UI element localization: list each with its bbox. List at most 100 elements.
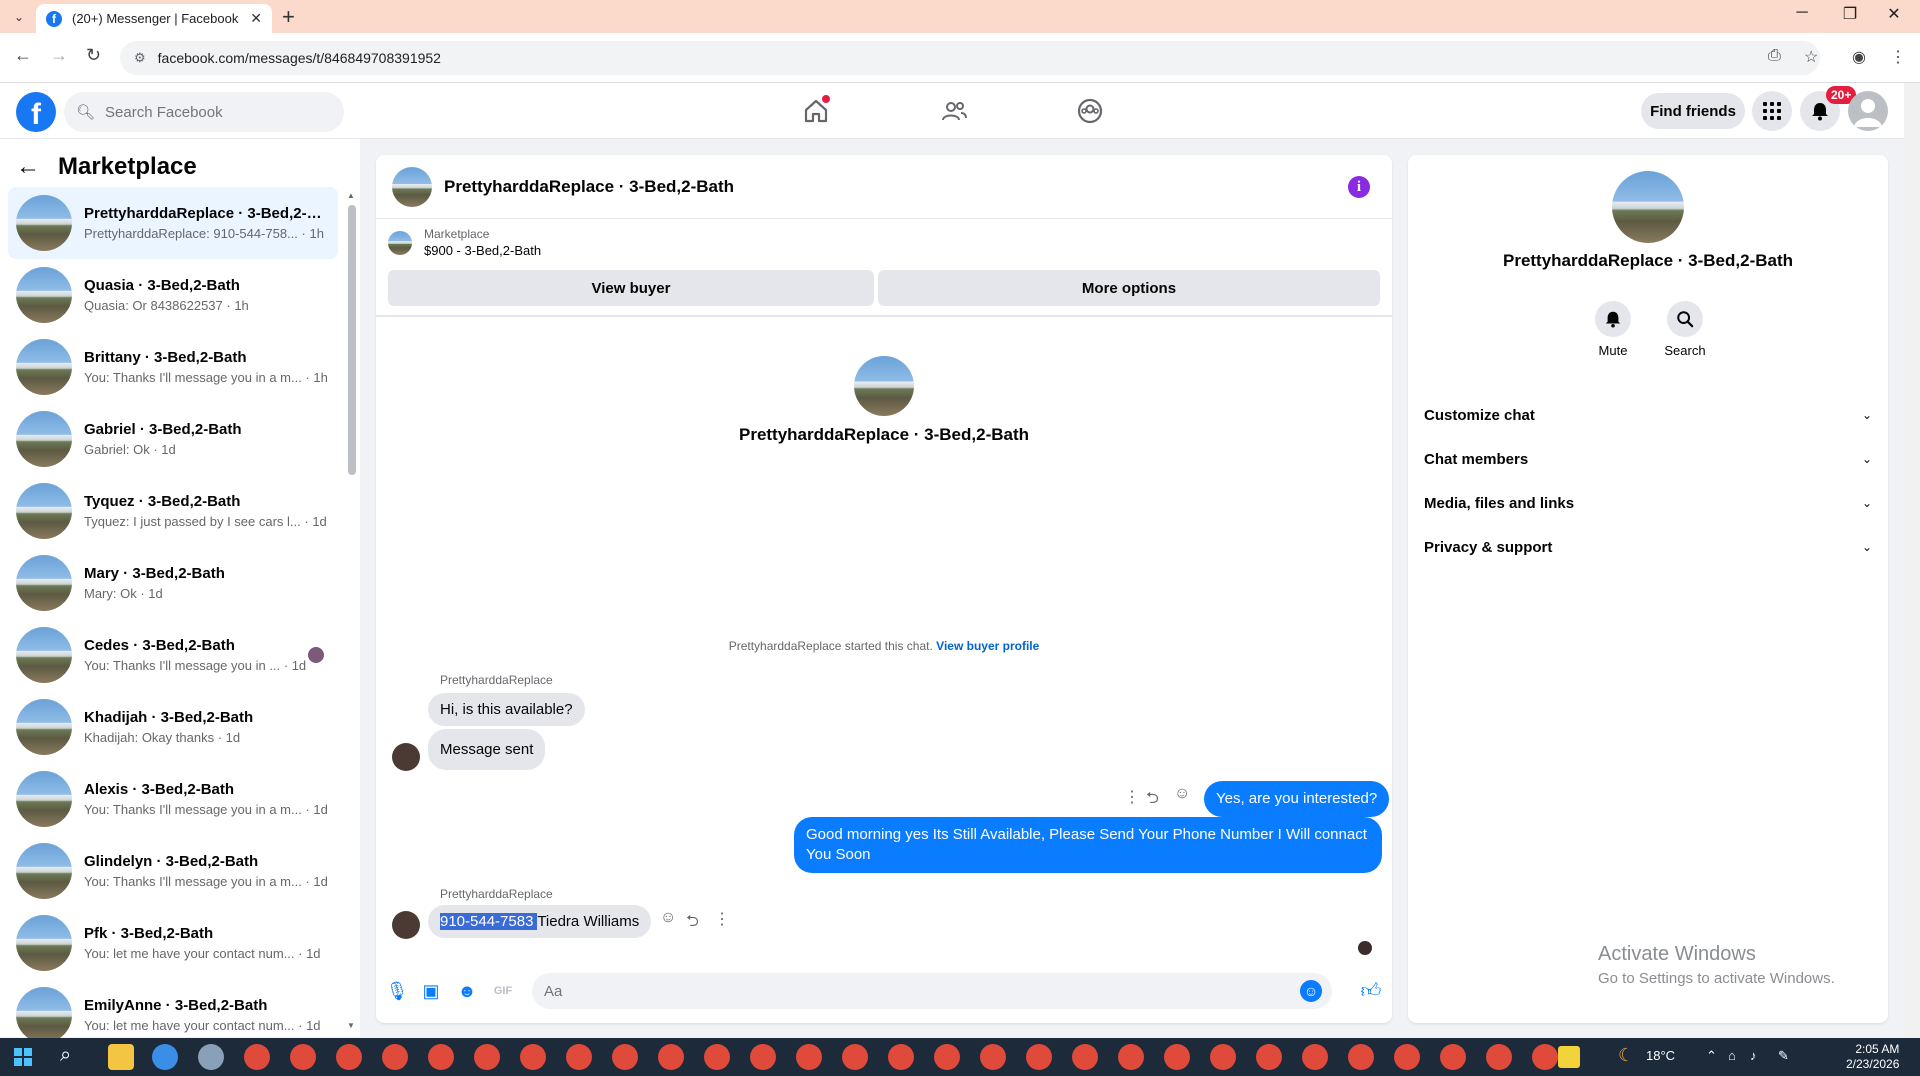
scroll-up-icon[interactable]: ▲ — [347, 191, 355, 200]
chrome-icon[interactable] — [1026, 1044, 1052, 1070]
pen-icon[interactable]: ✎ — [1778, 1048, 1789, 1064]
more-options-button[interactable]: More options — [878, 270, 1380, 306]
view-buyer-profile-link[interactable]: View buyer profile — [936, 639, 1039, 653]
chrome-icon[interactable] — [1302, 1044, 1328, 1070]
incoming-message[interactable]: Message sent — [428, 729, 546, 770]
view-buyer-button[interactable]: View buyer — [388, 270, 874, 306]
bookmark-star-icon[interactable]: ☆ — [1804, 47, 1818, 67]
chrome-icon[interactable] — [1118, 1044, 1144, 1070]
back-arrow-icon[interactable]: ← — [16, 153, 40, 181]
react-emoji-icon[interactable]: ☺ — [660, 909, 676, 927]
emoji-icon[interactable]: ☺ — [1300, 980, 1322, 1002]
conversation-item[interactable]: PrettyharddaReplace · 3-Bed,2-B... Pretty… — [8, 187, 338, 259]
incoming-message[interactable]: 910-544-7583 Tiedra Williams — [428, 905, 652, 938]
chrome-icon[interactable] — [796, 1044, 822, 1070]
windows-start-icon[interactable] — [14, 1048, 32, 1066]
conversation-item[interactable]: Khadijah · 3-Bed,2-Bath Khadijah: Okay th… — [8, 691, 338, 763]
conversation-item[interactable]: Mary · 3-Bed,2-Bath Mary: Ok · 1d — [8, 547, 338, 619]
chrome-icon[interactable] — [566, 1044, 592, 1070]
conversation-item[interactable]: Pfk · 3-Bed,2-Bath You: let me have your … — [8, 907, 338, 979]
chrome-icon[interactable] — [842, 1044, 868, 1070]
scroll-down-icon[interactable]: ▼ — [347, 1021, 355, 1030]
chrome-icon[interactable] — [336, 1044, 362, 1070]
reload-icon[interactable]: ↻ — [86, 45, 101, 66]
outgoing-message[interactable]: Good morning yes Its Still Available, Pl… — [794, 817, 1382, 873]
chat-profile-avatar[interactable] — [854, 356, 914, 416]
photo-icon[interactable]: ▣ — [420, 980, 442, 1002]
home-nav-button[interactable] — [796, 95, 836, 127]
temperature[interactable]: 18°C — [1646, 1048, 1675, 1063]
chat-members-section[interactable]: Chat members ⌄ — [1424, 441, 1872, 477]
more-actions-icon[interactable]: ⋮ — [714, 909, 730, 929]
outgoing-message[interactable]: Yes, are you interested? — [1204, 781, 1390, 817]
friends-nav-button[interactable] — [934, 95, 974, 127]
taskbar-clock[interactable]: 2:05 AM 2/23/2026 — [1846, 1042, 1899, 1072]
find-friends-button[interactable]: Find friends — [1641, 93, 1745, 129]
conversation-item[interactable]: Glindelyn · 3-Bed,2-Bath You: Thanks I'll… — [8, 835, 338, 907]
url-field[interactable]: ⚙ facebook.com/messages/t/84684970839195… — [120, 41, 1820, 75]
media-files-links-section[interactable]: Media, files and links ⌄ — [1424, 485, 1872, 521]
chrome-icon[interactable] — [1072, 1044, 1098, 1070]
conversation-item[interactable]: Tyquez · 3-Bed,2-Bath Tyquez: I just pass… — [8, 475, 338, 547]
weather-moon-icon[interactable]: ☾ — [1618, 1045, 1634, 1066]
volume-icon[interactable]: ♪ — [1750, 1048, 1757, 1063]
incoming-message[interactable]: Hi, is this available? — [428, 693, 585, 726]
sticker-icon[interactable]: ☻ — [456, 980, 478, 1002]
chrome-icon[interactable] — [658, 1044, 684, 1070]
conversation-item[interactable]: Alexis · 3-Bed,2-Bath You: Thanks I'll me… — [8, 763, 338, 835]
chrome-icon[interactable] — [1210, 1044, 1236, 1070]
file-explorer-icon[interactable] — [108, 1044, 134, 1070]
chrome-icon[interactable] — [980, 1044, 1006, 1070]
forward-icon[interactable]: → — [50, 45, 68, 66]
chrome-icon[interactable] — [1486, 1044, 1512, 1070]
network-icon[interactable]: ⌂ — [1728, 1048, 1736, 1063]
customize-chat-section[interactable]: Customize chat ⌄ — [1424, 397, 1872, 433]
conversation-item[interactable]: Gabriel · 3-Bed,2-Bath Gabriel: Ok · 1d — [8, 403, 338, 475]
privacy-support-section[interactable]: Privacy & support ⌄ — [1424, 529, 1872, 565]
more-actions-icon[interactable]: ⋮ — [1124, 787, 1140, 807]
chrome-icon[interactable] — [1164, 1044, 1190, 1070]
chrome-icon[interactable] — [428, 1044, 454, 1070]
chrome-icon[interactable] — [520, 1044, 546, 1070]
show-hidden-icons-icon[interactable]: ⌃ — [1706, 1048, 1717, 1064]
app-icon[interactable] — [198, 1044, 224, 1070]
details-avatar[interactable] — [1612, 171, 1684, 243]
new-tab-icon[interactable]: + — [282, 4, 295, 30]
reply-icon[interactable]: ⮌ — [1146, 787, 1159, 814]
conversation-item[interactable]: Quasia · 3-Bed,2-Bath Quasia: Or 84386225… — [8, 259, 338, 331]
conversation-item[interactable]: Cedes · 3-Bed,2-Bath You: Thanks I'll mes… — [8, 619, 338, 691]
chat-header-avatar[interactable] — [392, 166, 432, 207]
mute-button[interactable]: Mute — [1578, 301, 1648, 358]
profile-icon[interactable]: ◉ — [1852, 47, 1866, 67]
chrome-icon[interactable] — [1348, 1044, 1374, 1070]
chrome-icon[interactable] — [474, 1044, 500, 1070]
chat-header-name[interactable]: PrettyharddaReplace · 3-Bed,2-Bath — [444, 177, 734, 197]
sidebar-scrollbar[interactable] — [348, 205, 356, 475]
microphone-icon[interactable]: 🎙︎ — [386, 980, 409, 1002]
chrome-icon[interactable] — [1394, 1044, 1420, 1070]
menu-grid-button[interactable] — [1752, 91, 1792, 131]
info-icon[interactable]: i — [1348, 176, 1370, 198]
chrome-icon[interactable] — [704, 1044, 730, 1070]
browser-tab[interactable]: f (20+) Messenger | Facebook ✕ — [36, 4, 272, 33]
account-avatar[interactable] — [1848, 91, 1888, 131]
chrome-icon[interactable] — [382, 1044, 408, 1070]
chrome-icon[interactable] — [750, 1044, 776, 1070]
conversation-item[interactable]: Brittany · 3-Bed,2-Bath You: Thanks I'll … — [8, 331, 338, 403]
reply-icon[interactable]: ⮌ — [686, 910, 699, 937]
close-window-icon[interactable]: ✕ — [1874, 4, 1914, 24]
gif-icon[interactable]: GIF — [492, 980, 514, 1002]
chrome-icon[interactable] — [1256, 1044, 1282, 1070]
sticky-notes-icon[interactable] — [1558, 1046, 1580, 1068]
chrome-icon[interactable] — [1440, 1044, 1466, 1070]
install-app-icon[interactable]: ⎙ — [1768, 47, 1781, 65]
page-scrollbar[interactable] — [1904, 83, 1920, 1038]
chrome-icon[interactable] — [1532, 1044, 1558, 1070]
groups-nav-button[interactable] — [1070, 95, 1110, 127]
close-tab-icon[interactable]: ✕ — [250, 10, 262, 27]
back-icon[interactable]: ← — [14, 45, 32, 66]
facebook-search[interactable]: 🔍︎ — [64, 92, 344, 132]
chrome-icon[interactable] — [612, 1044, 638, 1070]
react-emoji-icon[interactable]: ☺ — [1174, 785, 1190, 803]
sender-avatar[interactable] — [392, 743, 420, 771]
